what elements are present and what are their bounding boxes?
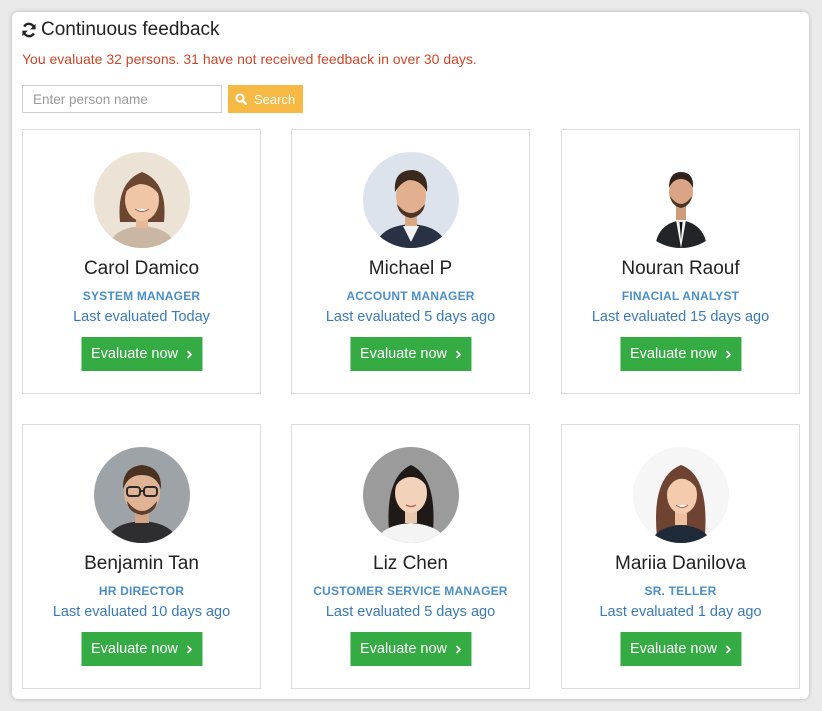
evaluate-now-button[interactable]: Evaluate now [349,632,472,666]
chevron-right-icon [186,644,192,654]
chevron-right-icon [186,349,192,359]
evaluate-now-label: Evaluate now [359,346,448,362]
search-button-label: Search [254,91,296,107]
last-evaluated: Last evaluated 5 days ago [325,309,496,325]
person-name: Benjamin Tan [84,553,199,574]
person-card: Nouran Raouf FINACIAL ANALYST Last evalu… [561,129,800,394]
chevron-right-icon [455,349,461,359]
person-role: HR DIRECTOR [98,584,185,598]
person-role: SR. TELLER [644,584,717,598]
person-name: Nouran Raouf [621,258,740,279]
person-card: Benjamin Tan HR DIRECTOR Last evaluated … [22,424,261,689]
search-icon [235,93,247,105]
page-title: Continuous feedback [41,19,220,40]
person-card: Michael P ACCOUNT MANAGER Last evaluated… [291,129,530,394]
feedback-alert: You evaluate 32 persons. 31 have not rec… [22,51,477,67]
chevron-right-icon [725,644,731,654]
person-role: CUSTOMER SERVICE MANAGER [313,584,508,598]
panel-header: Continuous feedback [21,19,220,41]
last-evaluated: Last evaluated 5 days ago [325,604,496,620]
search-button[interactable]: Search [228,85,304,113]
person-card: Carol Damico SYSTEM MANAGER Last evaluat… [22,129,261,394]
person-role: ACCOUNT MANAGER [346,289,475,303]
evaluate-now-label: Evaluate now [629,346,718,362]
avatar [94,447,190,543]
person-name: Michael P [368,258,453,279]
last-evaluated: Last evaluated 1 day ago [599,604,762,620]
person-role: FINACIAL ANALYST [621,289,740,303]
evaluate-now-button[interactable]: Evaluate now [80,337,203,371]
evaluate-now-button[interactable]: Evaluate now [619,632,742,666]
chevron-right-icon [725,349,731,359]
evaluate-now-label: Evaluate now [90,346,179,362]
person-name: Mariia Danilova [615,553,746,574]
feedback-panel: Continuous feedback You evaluate 32 pers… [12,12,809,699]
search-input[interactable] [22,85,222,113]
evaluate-now-button[interactable]: Evaluate now [349,337,472,371]
avatar [633,447,729,543]
avatar [363,152,459,248]
person-card: Liz Chen CUSTOMER SERVICE MANAGER Last e… [291,424,530,689]
last-evaluated: Last evaluated Today [73,309,210,325]
chevron-right-icon [455,644,461,654]
person-role: SYSTEM MANAGER [82,289,201,303]
evaluate-now-button[interactable]: Evaluate now [619,337,742,371]
last-evaluated: Last evaluated 10 days ago [52,604,231,620]
evaluate-now-label: Evaluate now [629,641,718,657]
last-evaluated: Last evaluated 15 days ago [591,309,770,325]
avatar [633,152,729,248]
person-name: Liz Chen [373,553,448,574]
avatar [363,447,459,543]
evaluate-now-label: Evaluate now [90,641,179,657]
search-bar: Search [22,85,304,113]
evaluate-now-button[interactable]: Evaluate now [80,632,203,666]
person-name: Carol Damico [83,258,200,279]
evaluate-now-label: Evaluate now [359,641,448,657]
refresh-icon [21,22,37,38]
avatar [94,152,190,248]
person-card: Mariia Danilova SR. TELLER Last evaluate… [561,424,800,689]
